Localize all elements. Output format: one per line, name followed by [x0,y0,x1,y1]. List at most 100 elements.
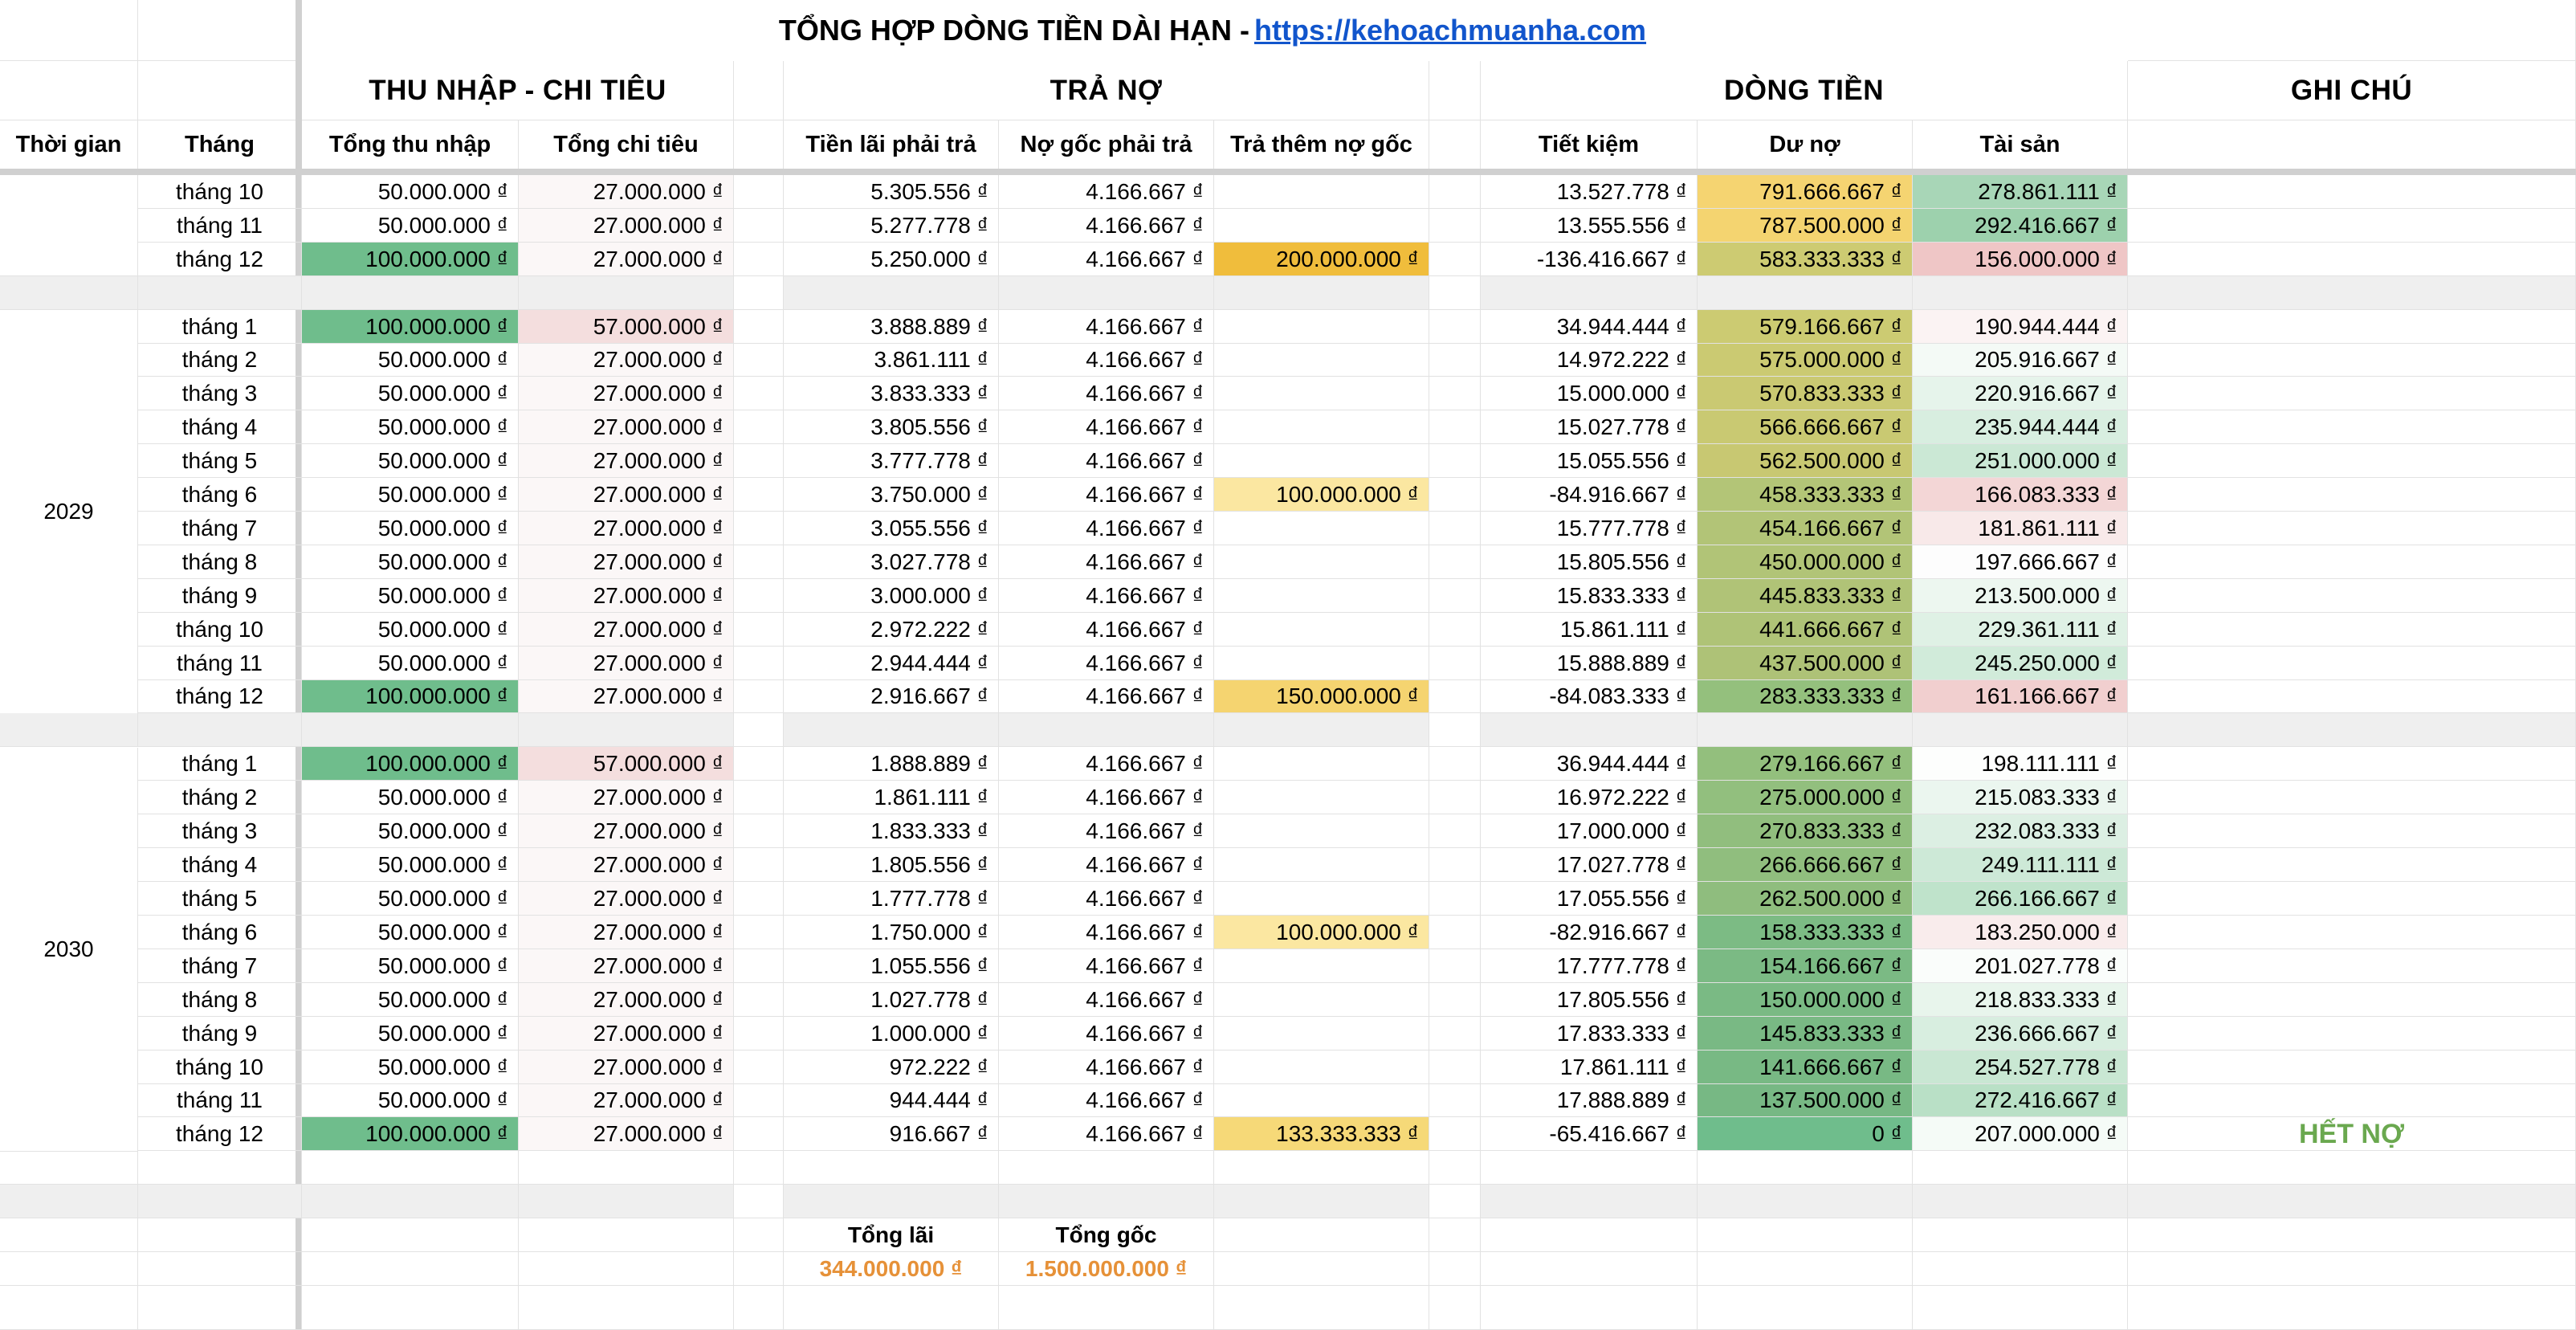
cell-principal[interactable]: 4.166.667 ₫ [999,444,1214,478]
cell-income[interactable]: 50.000.000 ₫ [302,1051,519,1084]
column-header-extra[interactable]: Trả thêm nợ gốc [1214,120,1429,170]
cell-assets[interactable]: 166.083.333 ₫ [1913,478,2128,512]
gap-cell[interactable] [1429,613,1481,647]
cell-debt[interactable]: 141.666.667 ₫ [1698,1051,1913,1084]
cell-month[interactable]: tháng 4 [138,410,302,444]
cell-assets[interactable]: 207.000.000 ₫ [1913,1117,2128,1151]
gap-cell[interactable] [734,120,784,170]
empty-cell[interactable] [0,1151,138,1185]
cell-savings[interactable]: -65.416.667 ₫ [1481,1117,1698,1151]
column-header-interest[interactable]: Tiền lãi phải trả [784,120,999,170]
total-principal-value[interactable]: 1.500.000.000 ₫ [999,1252,1214,1286]
cell-debt[interactable]: 279.166.667 ₫ [1698,747,1913,781]
cell-interest[interactable]: 3.750.000 ₫ [784,478,999,512]
gap-cell[interactable] [734,983,784,1017]
cell-extra[interactable] [1214,512,1429,545]
cell-interest[interactable]: 1.055.556 ₫ [784,949,999,983]
gap-cell[interactable] [1429,209,1481,243]
gap-cell[interactable] [734,377,784,410]
gap-cell[interactable] [734,814,784,848]
cell-principal[interactable]: 4.166.667 ₫ [999,310,1214,344]
cell-savings[interactable]: 15.805.556 ₫ [1481,545,1698,579]
gap-cell[interactable] [1429,747,1481,781]
cell-principal[interactable]: 4.166.667 ₫ [999,647,1214,680]
cell-debt[interactable]: 283.333.333 ₫ [1698,680,1913,713]
cell-month[interactable]: tháng 1 [138,310,302,344]
cell-savings[interactable]: 14.972.222 ₫ [1481,344,1698,377]
note-cell[interactable] [2128,1084,2576,1117]
cell-debt[interactable]: 441.666.667 ₫ [1698,613,1913,647]
header-empty-cell[interactable] [0,61,138,120]
cell-savings[interactable]: 17.777.778 ₫ [1481,949,1698,983]
gap-cell[interactable] [1429,916,1481,949]
separator-cell[interactable] [1698,1185,1913,1218]
separator-cell[interactable] [138,276,302,310]
note-cell[interactable] [2128,613,2576,647]
cell-expense[interactable]: 57.000.000 ₫ [519,310,734,344]
cell-interest[interactable]: 3.888.889 ₫ [784,310,999,344]
cell-debt[interactable]: 0 ₫ [1698,1117,1913,1151]
cell-assets[interactable]: 254.527.778 ₫ [1913,1051,2128,1084]
cell-income[interactable]: 50.000.000 ₫ [302,882,519,916]
cell-debt[interactable]: 787.500.000 ₫ [1698,209,1913,243]
separator-cell[interactable] [302,713,519,747]
cell-income[interactable]: 50.000.000 ₫ [302,579,519,613]
cell-assets[interactable]: 201.027.778 ₫ [1913,949,2128,983]
cell-debt[interactable]: 791.666.667 ₫ [1698,175,1913,209]
cell-savings[interactable]: -82.916.667 ₫ [1481,916,1698,949]
gap-cell[interactable] [734,1017,784,1051]
separator-cell[interactable] [2128,1185,2576,1218]
cell-assets[interactable]: 236.666.667 ₫ [1913,1017,2128,1051]
note-cell[interactable] [2128,344,2576,377]
cell-expense[interactable]: 27.000.000 ₫ [519,814,734,848]
cell-expense[interactable]: 27.000.000 ₫ [519,344,734,377]
empty-cell[interactable] [1214,1286,1429,1330]
gap-cell[interactable] [1429,478,1481,512]
cell-debt[interactable]: 445.833.333 ₫ [1698,579,1913,613]
empty-cell[interactable] [519,1218,734,1252]
empty-cell[interactable] [1429,1151,1481,1185]
cell-month[interactable]: tháng 9 [138,579,302,613]
cell-assets[interactable]: 266.166.667 ₫ [1913,882,2128,916]
cell-extra[interactable] [1214,410,1429,444]
cell-assets[interactable]: 213.500.000 ₫ [1913,579,2128,613]
cell-expense[interactable]: 27.000.000 ₫ [519,882,734,916]
empty-cell[interactable] [302,1252,519,1286]
cell-extra[interactable] [1214,949,1429,983]
gap-cell[interactable] [734,209,784,243]
cell-interest[interactable]: 3.805.556 ₫ [784,410,999,444]
cell-assets[interactable]: 232.083.333 ₫ [1913,814,2128,848]
cell-expense[interactable]: 27.000.000 ₫ [519,916,734,949]
cell-month[interactable]: tháng 10 [138,175,302,209]
empty-cell[interactable] [2128,1151,2576,1185]
cell-principal[interactable]: 4.166.667 ₫ [999,1017,1214,1051]
cell-extra[interactable] [1214,209,1429,243]
cell-extra[interactable] [1214,1017,1429,1051]
cell-assets[interactable]: 198.111.111 ₫ [1913,747,2128,781]
note-cell[interactable] [2128,579,2576,613]
note-cell[interactable] [2128,209,2576,243]
sheet-title-link[interactable]: https://kehoachmuanha.com [1254,14,1646,47]
gap-cell[interactable] [734,949,784,983]
cell-debt[interactable]: 583.333.333 ₫ [1698,243,1913,276]
cell-principal[interactable]: 4.166.667 ₫ [999,916,1214,949]
cell-savings[interactable]: 15.861.111 ₫ [1481,613,1698,647]
gap-cell[interactable] [1429,781,1481,814]
cell-assets[interactable]: 218.833.333 ₫ [1913,983,2128,1017]
empty-cell[interactable] [734,1252,784,1286]
cell-savings[interactable]: -84.916.667 ₫ [1481,478,1698,512]
gap-cell[interactable] [1429,1084,1481,1117]
gap-cell[interactable] [1429,243,1481,276]
separator-cell[interactable] [2128,276,2576,310]
cell-principal[interactable]: 4.166.667 ₫ [999,209,1214,243]
cell-assets[interactable]: 229.361.111 ₫ [1913,613,2128,647]
cell-expense[interactable]: 57.000.000 ₫ [519,747,734,781]
gap-cell[interactable] [1429,848,1481,882]
separator-cell[interactable] [1429,713,1481,747]
cell-principal[interactable]: 4.166.667 ₫ [999,814,1214,848]
cell-assets[interactable]: 190.944.444 ₫ [1913,310,2128,344]
empty-cell[interactable] [1913,1218,2128,1252]
cell-interest[interactable]: 1.833.333 ₫ [784,814,999,848]
cell-expense[interactable]: 27.000.000 ₫ [519,848,734,882]
cell-principal[interactable]: 4.166.667 ₫ [999,1117,1214,1151]
